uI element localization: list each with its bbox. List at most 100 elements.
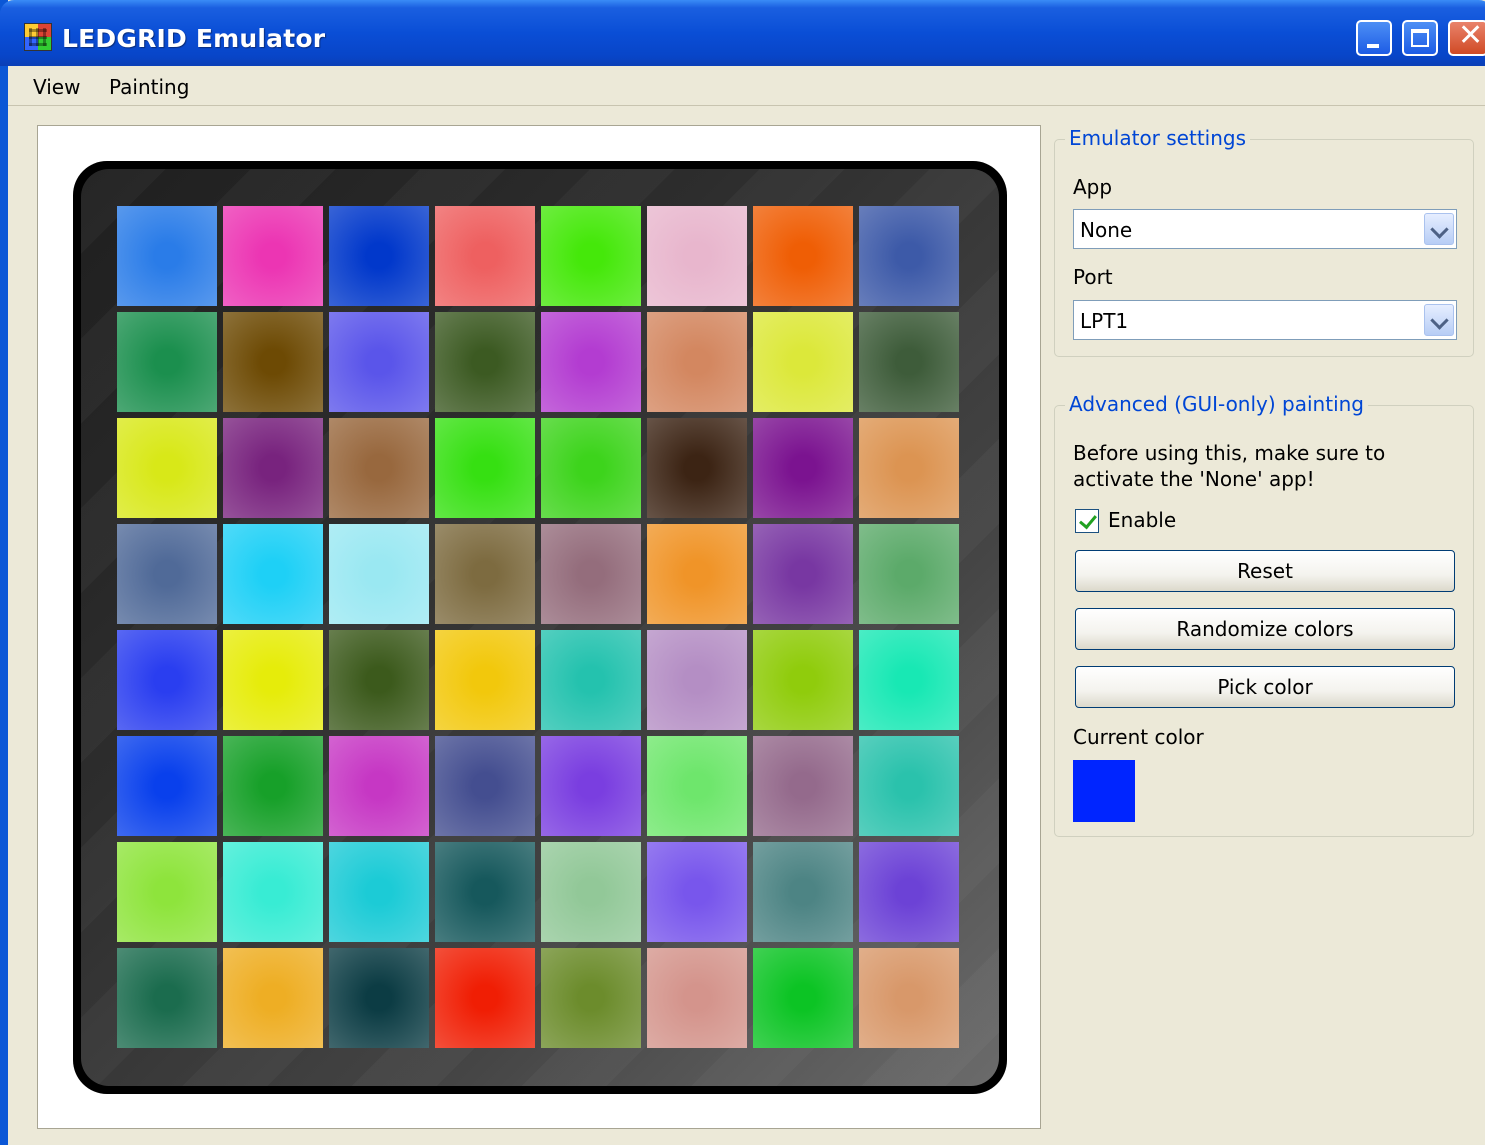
led-cell[interactable] bbox=[435, 736, 535, 836]
led-cell[interactable] bbox=[859, 524, 959, 624]
led-cell[interactable] bbox=[647, 736, 747, 836]
enable-label[interactable]: Enable bbox=[1108, 508, 1176, 532]
minimize-button[interactable] bbox=[1356, 20, 1392, 56]
menu-bar: View Painting bbox=[8, 66, 1485, 106]
led-cell[interactable] bbox=[753, 524, 853, 624]
led-cell[interactable] bbox=[117, 736, 217, 836]
led-cell[interactable] bbox=[435, 418, 535, 518]
led-cell[interactable] bbox=[223, 630, 323, 730]
led-cell[interactable] bbox=[859, 418, 959, 518]
led-cell[interactable] bbox=[541, 312, 641, 412]
led-cell[interactable] bbox=[753, 948, 853, 1048]
led-cell[interactable] bbox=[223, 312, 323, 412]
led-cell[interactable] bbox=[117, 630, 217, 730]
close-icon: ✕ bbox=[1458, 18, 1484, 53]
chevron-down-icon[interactable] bbox=[1424, 304, 1454, 336]
led-cell[interactable] bbox=[223, 842, 323, 942]
led-cell[interactable] bbox=[647, 312, 747, 412]
led-cell[interactable] bbox=[541, 630, 641, 730]
maximize-button[interactable] bbox=[1402, 20, 1438, 56]
led-cell[interactable] bbox=[859, 312, 959, 412]
led-cell[interactable] bbox=[329, 312, 429, 412]
led-cell[interactable] bbox=[435, 948, 535, 1048]
pick-color-button[interactable]: Pick color bbox=[1075, 666, 1455, 708]
current-color-label: Current color bbox=[1073, 725, 1204, 749]
led-cell[interactable] bbox=[541, 948, 641, 1048]
emulator-settings-group: Emulator settings App None Port LPT1 bbox=[1054, 126, 1474, 357]
led-cell[interactable] bbox=[859, 630, 959, 730]
led-cell[interactable] bbox=[117, 206, 217, 306]
led-cell[interactable] bbox=[435, 206, 535, 306]
app-window: LEDGRID Emulator ✕ View Painting Emulato… bbox=[0, 0, 1485, 1145]
app-select-value: None bbox=[1080, 218, 1133, 242]
port-label: Port bbox=[1073, 265, 1113, 289]
led-cell[interactable] bbox=[647, 630, 747, 730]
emulator-settings-title: Emulator settings bbox=[1065, 126, 1251, 150]
led-cell[interactable] bbox=[329, 206, 429, 306]
led-cell[interactable] bbox=[223, 524, 323, 624]
led-grid bbox=[117, 206, 967, 1056]
maximize-icon bbox=[1411, 29, 1429, 47]
led-cell[interactable] bbox=[753, 630, 853, 730]
led-cell[interactable] bbox=[223, 418, 323, 518]
led-cell[interactable] bbox=[859, 206, 959, 306]
painting-note: Before using this, make sure to activate… bbox=[1073, 441, 1386, 491]
led-cell[interactable] bbox=[329, 736, 429, 836]
led-cell[interactable] bbox=[223, 736, 323, 836]
led-cell[interactable] bbox=[329, 418, 429, 518]
led-cell[interactable] bbox=[647, 418, 747, 518]
led-cell[interactable] bbox=[647, 524, 747, 624]
enable-checkbox[interactable] bbox=[1075, 509, 1099, 533]
led-cell[interactable] bbox=[647, 206, 747, 306]
led-cell[interactable] bbox=[329, 630, 429, 730]
app-label: App bbox=[1073, 175, 1113, 199]
led-cell[interactable] bbox=[753, 206, 853, 306]
reset-button[interactable]: Reset bbox=[1075, 550, 1455, 592]
led-cell[interactable] bbox=[435, 630, 535, 730]
chevron-down-icon[interactable] bbox=[1424, 213, 1454, 245]
minimize-icon bbox=[1367, 44, 1379, 48]
window-title: LEDGRID Emulator bbox=[62, 24, 326, 53]
painting-title: Advanced (GUI-only) painting bbox=[1065, 392, 1368, 416]
painting-group: Advanced (GUI-only) painting Before usin… bbox=[1054, 392, 1474, 837]
led-cell[interactable] bbox=[117, 842, 217, 942]
port-select-value: LPT1 bbox=[1080, 309, 1129, 333]
led-cell[interactable] bbox=[117, 312, 217, 412]
led-cell[interactable] bbox=[329, 842, 429, 942]
led-board bbox=[73, 161, 1007, 1094]
led-cell[interactable] bbox=[435, 312, 535, 412]
led-cell[interactable] bbox=[541, 736, 641, 836]
led-cell[interactable] bbox=[117, 418, 217, 518]
port-select[interactable]: LPT1 bbox=[1073, 300, 1457, 340]
led-cell[interactable] bbox=[753, 418, 853, 518]
led-cell[interactable] bbox=[223, 206, 323, 306]
led-cell[interactable] bbox=[223, 948, 323, 1048]
led-cell[interactable] bbox=[541, 842, 641, 942]
led-canvas bbox=[37, 125, 1041, 1129]
led-cell[interactable] bbox=[541, 418, 641, 518]
led-cell[interactable] bbox=[329, 948, 429, 1048]
menu-view[interactable]: View bbox=[33, 75, 80, 99]
led-cell[interactable] bbox=[753, 842, 853, 942]
led-cell[interactable] bbox=[117, 524, 217, 624]
title-bar[interactable]: LEDGRID Emulator ✕ bbox=[0, 0, 1485, 66]
led-cell[interactable] bbox=[117, 948, 217, 1048]
led-cell[interactable] bbox=[859, 736, 959, 836]
led-cell[interactable] bbox=[435, 524, 535, 624]
led-cell[interactable] bbox=[435, 842, 535, 942]
app-select[interactable]: None bbox=[1073, 209, 1457, 249]
led-cell[interactable] bbox=[859, 842, 959, 942]
led-cell[interactable] bbox=[859, 948, 959, 1048]
led-cell[interactable] bbox=[647, 842, 747, 942]
randomize-colors-button[interactable]: Randomize colors bbox=[1075, 608, 1455, 650]
led-cell[interactable] bbox=[753, 736, 853, 836]
led-cell[interactable] bbox=[541, 524, 641, 624]
menu-painting[interactable]: Painting bbox=[109, 75, 189, 99]
led-board-surface bbox=[81, 169, 999, 1086]
close-button[interactable]: ✕ bbox=[1448, 18, 1485, 56]
led-cell[interactable] bbox=[541, 206, 641, 306]
led-cell[interactable] bbox=[647, 948, 747, 1048]
led-cell[interactable] bbox=[753, 312, 853, 412]
current-color-swatch bbox=[1073, 760, 1135, 822]
led-cell[interactable] bbox=[329, 524, 429, 624]
